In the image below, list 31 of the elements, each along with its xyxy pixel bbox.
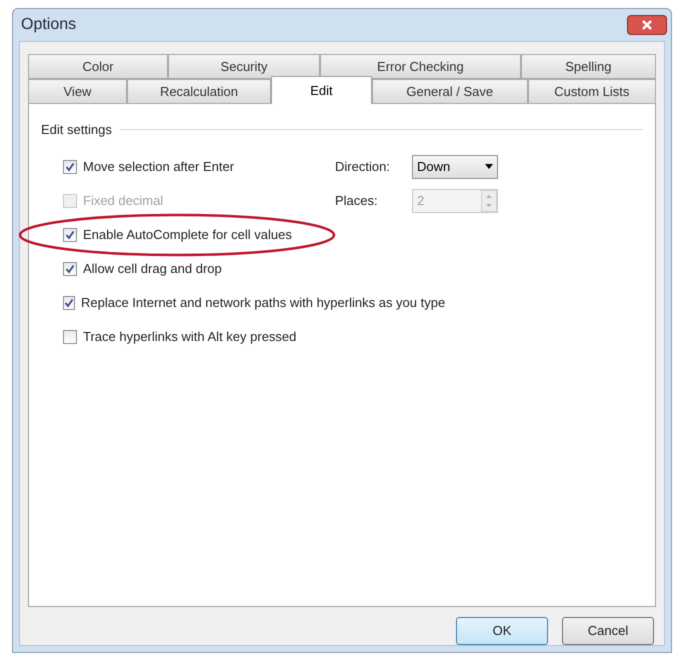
group-label: Edit settings <box>41 121 112 139</box>
tab[interactable]: Spelling <box>520 54 656 79</box>
checkbox-label: Fixed decimal <box>83 192 164 210</box>
checkbox-label: Trace hyperlinks with Alt key pressed <box>83 328 296 346</box>
tab[interactable]: Security <box>168 54 320 79</box>
checkbox[interactable] <box>63 296 75 310</box>
tab[interactable]: General / Save <box>372 79 528 104</box>
dropdown-arrow-icon <box>485 164 493 169</box>
close-button[interactable] <box>627 15 667 35</box>
checkbox-label: Enable AutoComplete for cell values <box>83 226 292 244</box>
checkbox[interactable] <box>63 262 77 276</box>
field-label: Places: <box>335 192 379 210</box>
checkbox[interactable] <box>63 330 77 344</box>
direction-dropdown[interactable]: Down <box>412 154 498 178</box>
tab[interactable]: Custom Lists <box>528 79 656 104</box>
checkbox-label: Replace Internet and network paths with hyperlinks as you type <box>81 294 446 312</box>
checkbox-label: Move selection after Enter <box>83 158 234 176</box>
field-label: Direction: <box>335 158 391 176</box>
window-title: Options <box>21 15 76 35</box>
cancel-button[interactable]: Cancel <box>562 617 654 645</box>
spinner-arrows-icon <box>481 190 497 212</box>
ok-button[interactable]: OK <box>456 617 548 645</box>
tab[interactable]: Color <box>28 54 168 79</box>
checkbox-label: Allow cell drag and drop <box>83 260 222 278</box>
tab[interactable]: Error Checking <box>320 54 521 79</box>
tab[interactable]: Edit <box>270 76 372 104</box>
checkbox[interactable] <box>63 160 77 174</box>
checkbox[interactable] <box>63 228 77 242</box>
tab[interactable]: Recalculation <box>126 79 271 104</box>
tab[interactable]: View <box>28 79 127 104</box>
close-icon <box>641 19 653 31</box>
